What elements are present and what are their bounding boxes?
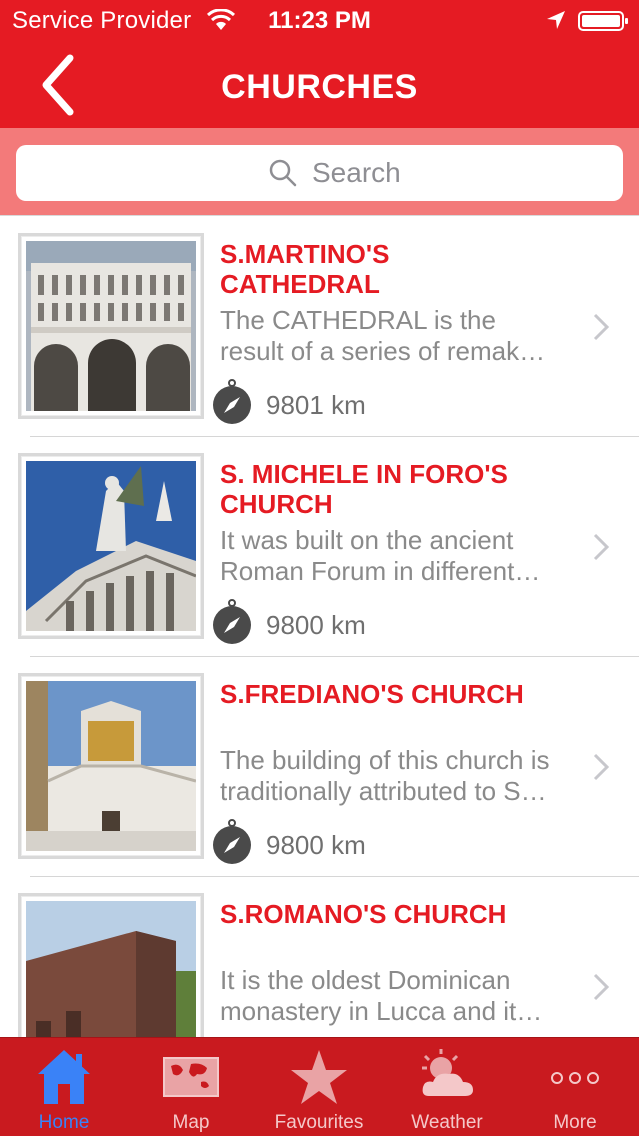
- tab-home[interactable]: Home: [0, 1038, 128, 1136]
- page-title: CHURCHES: [221, 68, 418, 106]
- church-thumbnail: [18, 893, 204, 1037]
- church-name: S. MICHELE IN FORO'S CHURCH: [220, 459, 508, 519]
- search-placeholder: Search: [312, 157, 401, 188]
- churches-list: S.MARTINO'S CATHEDRAL The CATHEDRAL is t…: [0, 217, 639, 1037]
- tab-label: Weather: [411, 1112, 483, 1133]
- church-thumbnail: [18, 233, 204, 419]
- world-map-icon: [163, 1057, 219, 1097]
- church-name: S.FREDIANO'S CHURCH: [220, 679, 524, 709]
- home-icon: [38, 1050, 90, 1104]
- distance-label: 9800 km: [266, 830, 366, 860]
- distance-label: 9801 km: [266, 390, 366, 420]
- battery-icon: [578, 11, 628, 31]
- status-time: 11:23 PM: [268, 7, 371, 34]
- church-description: The building of this church is tradition…: [220, 745, 550, 806]
- church-name: S.MARTINO'S CATHEDRAL: [220, 239, 390, 299]
- distance-label: 9800 km: [266, 610, 366, 640]
- search-input[interactable]: Search: [16, 145, 623, 201]
- list-item[interactable]: S.FREDIANO'S CHURCH The building of this…: [0, 657, 639, 877]
- compass-icon: [213, 379, 251, 424]
- church-description: It was built on the ancient Roman Forum …: [220, 525, 541, 586]
- tab-label: More: [553, 1112, 597, 1133]
- chevron-right-icon: [593, 753, 610, 781]
- tab-label: Map: [172, 1112, 210, 1133]
- church-thumbnail: [18, 673, 204, 859]
- more-dots-icon: [551, 1072, 599, 1084]
- tab-label: Favourites: [274, 1112, 364, 1133]
- tab-bar: Home Map Favourites Weather More: [0, 1037, 639, 1136]
- church-description: The CATHEDRAL is the result of a series …: [220, 305, 546, 366]
- status-bar: Service Provider 11:23 PM: [0, 0, 639, 40]
- search-icon: [269, 159, 297, 187]
- church-thumbnail: [18, 453, 204, 639]
- compass-icon: [213, 599, 251, 644]
- chevron-right-icon: [593, 533, 610, 561]
- list-item[interactable]: S.MARTINO'S CATHEDRAL The CATHEDRAL is t…: [0, 217, 639, 437]
- search-bar-container: Search: [0, 128, 639, 216]
- tab-more[interactable]: More: [511, 1038, 639, 1136]
- tab-favourites[interactable]: Favourites: [255, 1038, 383, 1136]
- weather-icon: [422, 1049, 473, 1096]
- navigation-bar: CHURCHES: [0, 40, 639, 128]
- star-icon: [291, 1050, 347, 1104]
- list-item[interactable]: S. MICHELE IN FORO'S CHURCH It was built…: [0, 437, 639, 657]
- tab-label: Home: [38, 1112, 90, 1133]
- chevron-right-icon: [593, 313, 610, 341]
- tab-weather[interactable]: Weather: [383, 1038, 511, 1136]
- list-item[interactable]: S.ROMANO'S CHURCH It is the oldest Domin…: [0, 877, 639, 1037]
- church-description: It is the oldest Dominican monastery in …: [220, 965, 543, 1026]
- header: Service Provider 11:23 PM CHURCHES: [0, 0, 639, 128]
- compass-icon: [213, 819, 251, 864]
- church-name: S.ROMANO'S CHURCH: [220, 899, 507, 929]
- location-arrow-icon: [547, 11, 565, 29]
- tab-map[interactable]: Map: [127, 1038, 255, 1136]
- chevron-right-icon: [593, 973, 610, 1001]
